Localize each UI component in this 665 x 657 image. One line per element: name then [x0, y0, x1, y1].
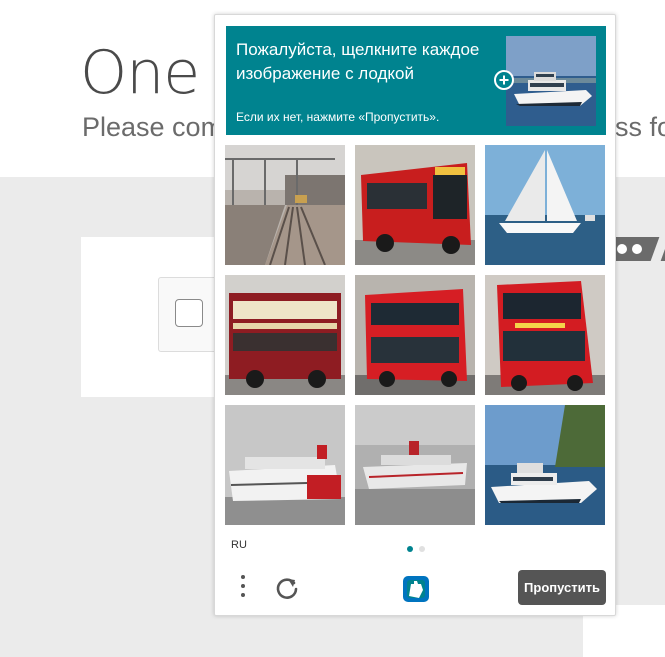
- image-tile[interactable]: [355, 145, 475, 265]
- image-tile[interactable]: [225, 145, 345, 265]
- refresh-icon[interactable]: [273, 574, 301, 602]
- language-selector[interactable]: RU: [231, 539, 247, 551]
- page-subtitle-tail: ss fo: [615, 112, 665, 142]
- image-tile[interactable]: [485, 275, 605, 395]
- image-tile[interactable]: [485, 145, 605, 265]
- image-tile[interactable]: [225, 275, 345, 395]
- progress-dot: [632, 244, 642, 254]
- captcha-checkbox[interactable]: [175, 299, 203, 327]
- progress-dot: [617, 244, 627, 254]
- prompt-subtext: Если их нет, нажмите «Пропустить».: [236, 110, 440, 124]
- image-tile[interactable]: [355, 275, 475, 395]
- hcaptcha-challenge: Пожалуйста, щелкните каждое изображение …: [214, 14, 616, 616]
- image-tile[interactable]: [355, 405, 475, 525]
- prompt-text: Пожалуйста, щелкните каждое изображение …: [236, 40, 480, 83]
- page-subtitle: Please com: [82, 112, 224, 142]
- menu-dots-icon[interactable]: [233, 573, 253, 603]
- image-tile[interactable]: [485, 405, 605, 525]
- image-tile[interactable]: [225, 405, 345, 525]
- skip-button[interactable]: Пропустить: [518, 570, 606, 605]
- pager-dot: [419, 546, 425, 552]
- pager-dot-active: [407, 546, 413, 552]
- challenge-prompt: Пожалуйста, щелкните каждое изображение …: [226, 26, 606, 135]
- prompt-example-image: [506, 36, 596, 126]
- hcaptcha-logo-icon[interactable]: [399, 572, 433, 604]
- image-grid: [225, 145, 605, 525]
- add-icon: [494, 70, 514, 90]
